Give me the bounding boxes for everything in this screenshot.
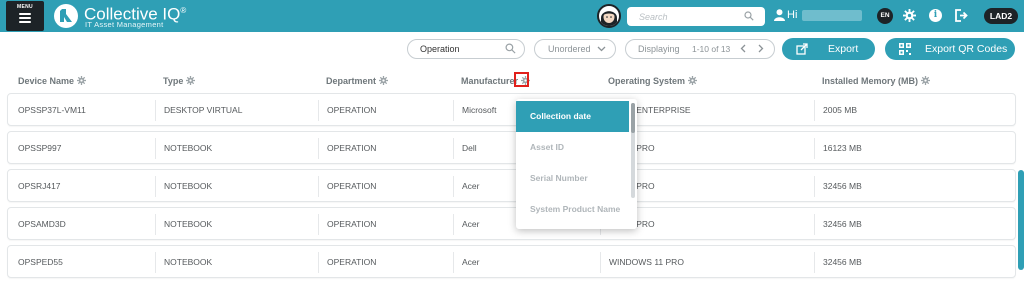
menu-item-serial-number[interactable]: Serial Number	[516, 163, 629, 194]
registered-mark: ®	[180, 6, 187, 15]
tenant-badge[interactable]: LAD2	[984, 8, 1018, 24]
global-search[interactable]	[627, 7, 765, 26]
order-value: Unordered	[548, 44, 591, 54]
cell-operating-system: WINDOWS 11 PRO	[609, 257, 684, 267]
chevron-left-icon[interactable]	[739, 44, 748, 53]
column-header-device-name[interactable]: Device Name	[18, 76, 87, 86]
column-settings-gear-icon[interactable]	[186, 76, 196, 85]
avatar[interactable]	[597, 4, 621, 28]
page-scrollbar[interactable]	[1018, 170, 1024, 270]
order-select[interactable]: Unordered	[534, 39, 616, 59]
cell-department: OPERATION	[327, 105, 377, 115]
cell-manufacturer: Acer	[462, 181, 480, 191]
cell-department: OPERATION	[327, 181, 377, 191]
column-settings-gear-icon[interactable]	[77, 76, 87, 85]
cell-type: NOTEBOOK	[164, 257, 213, 267]
cell-department: OPERATION	[327, 143, 377, 153]
table-row[interactable]: OPSRJ417 NOTEBOOK OPERATION Acer WS 11 P…	[7, 169, 1016, 202]
cell-installed-memory: 32456 MB	[823, 181, 862, 191]
logo-icon	[54, 4, 78, 28]
filter-input[interactable]	[408, 40, 502, 58]
column-header-installed-memory[interactable]: Installed Memory (MB)	[822, 76, 931, 86]
cell-department: OPERATION	[327, 257, 377, 267]
qr-code-icon	[899, 43, 911, 55]
menu-item-system-product-name[interactable]: System Product Name	[516, 194, 629, 225]
column-menu-dropdown: Collection date Asset ID Serial Number S…	[516, 99, 637, 229]
menu-label: MENU	[17, 4, 33, 10]
column-settings-gear-icon[interactable]	[688, 76, 698, 85]
column-settings-gear-icon[interactable]	[921, 76, 931, 85]
cell-device-name: OPSSP997	[18, 143, 62, 153]
cell-manufacturer: Acer	[462, 219, 480, 229]
pagination: Displaying 1-10 of 13	[625, 39, 775, 59]
language-badge[interactable]: EN	[877, 8, 893, 24]
chevron-right-icon[interactable]	[756, 44, 765, 53]
cell-device-name: OPSSP37L-VM11	[18, 105, 86, 115]
cell-manufacturer: Microsoft	[462, 105, 497, 115]
displaying-label: Displaying	[638, 44, 680, 54]
top-bar: MENU Collective IQ® IT Asset Management …	[0, 0, 1024, 32]
cell-manufacturer: Dell	[462, 143, 477, 153]
manufacturer-gear-highlight	[514, 72, 529, 87]
cell-manufacturer: Acer	[462, 257, 480, 267]
cell-installed-memory: 16123 MB	[823, 143, 862, 153]
brand-subtitle: IT Asset Management	[85, 20, 164, 29]
column-settings-gear-icon[interactable]	[379, 76, 389, 85]
user-icon	[774, 9, 785, 21]
cell-device-name: OPSPED55	[18, 257, 63, 267]
page-range: 1-10 of 13	[692, 44, 731, 54]
cell-type: NOTEBOOK	[164, 143, 213, 153]
dropdown-scrollbar[interactable]	[631, 103, 635, 198]
export-qr-button[interactable]: Export QR Codes	[885, 38, 1015, 60]
column-header-operating-system[interactable]: Operating System	[608, 76, 698, 86]
global-search-input[interactable]	[627, 7, 745, 26]
export-button[interactable]: Export	[782, 38, 875, 60]
cell-installed-memory: 32456 MB	[823, 219, 862, 229]
table-row[interactable]: OPSSP37L-VM11 DESKTOP VIRTUAL OPERATION …	[7, 93, 1016, 126]
export-icon	[796, 43, 808, 55]
column-header-department[interactable]: Department	[326, 76, 389, 86]
search-icon[interactable]	[744, 11, 754, 21]
cell-device-name: OPSRJ417	[18, 181, 61, 191]
chevron-down-icon	[597, 46, 606, 52]
greeting: Hi	[787, 9, 798, 21]
cell-type: NOTEBOOK	[164, 181, 213, 191]
logout-icon[interactable]	[955, 9, 969, 22]
cell-installed-memory: 32456 MB	[823, 257, 862, 267]
cell-department: OPERATION	[327, 219, 377, 229]
user-name-redacted	[802, 10, 862, 21]
table-row[interactable]: OPSAMD3D NOTEBOOK OPERATION Acer WS 11 P…	[7, 207, 1016, 240]
export-qr-label: Export QR Codes	[925, 43, 1008, 55]
column-header-type[interactable]: Type	[163, 76, 196, 86]
avatar-face-icon	[601, 11, 617, 26]
filter-search[interactable]	[407, 39, 525, 59]
table-row[interactable]: OPSSP997 NOTEBOOK OPERATION Dell WS 11 P…	[7, 131, 1016, 164]
table-row[interactable]: OPSPED55 NOTEBOOK OPERATION Acer WINDOWS…	[7, 245, 1016, 278]
cell-type: NOTEBOOK	[164, 219, 213, 229]
settings-gear-icon[interactable]	[903, 9, 916, 22]
export-label: Export	[828, 43, 859, 55]
menu-button[interactable]: MENU	[6, 1, 44, 31]
cell-type: DESKTOP VIRTUAL	[164, 105, 243, 115]
info-icon[interactable]: i	[929, 9, 942, 22]
search-icon[interactable]	[505, 43, 516, 54]
menu-item-collection-date[interactable]: Collection date	[516, 101, 629, 132]
menu-item-asset-id[interactable]: Asset ID	[516, 132, 629, 163]
hamburger-icon	[19, 13, 31, 23]
cell-installed-memory: 2005 MB	[823, 105, 858, 115]
cell-device-name: OPSAMD3D	[18, 219, 66, 229]
